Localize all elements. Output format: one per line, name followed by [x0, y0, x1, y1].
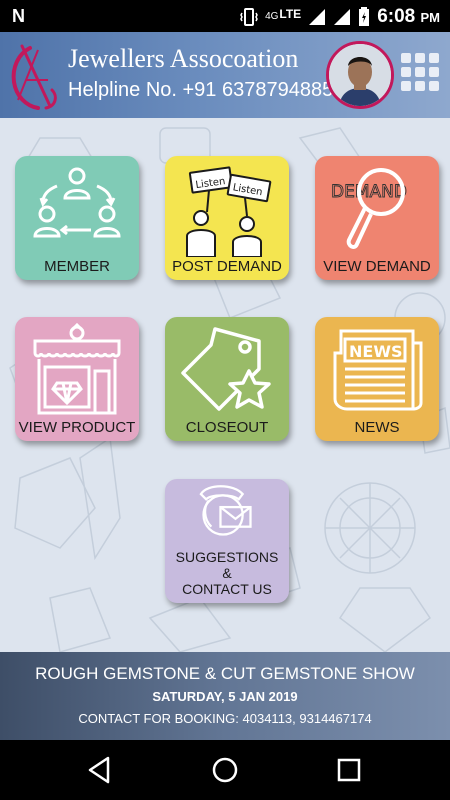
banner-event-date: SATURDAY, 5 JAN 2019 — [152, 689, 298, 704]
member-tile[interactable]: MEMBER — [15, 156, 139, 280]
signal-icon-1 — [309, 9, 326, 25]
network-type: 4G — [265, 11, 279, 22]
clock-time: 6:08 — [377, 6, 416, 27]
jewellers-logo-icon — [11, 44, 57, 110]
tile-label-post-demand: POST DEMAND — [172, 258, 282, 275]
grid-menu-icon[interactable] — [401, 53, 439, 91]
recents-icon[interactable] — [333, 754, 365, 786]
post-demand-tile[interactable]: Listen Listen POST DEMAND — [165, 156, 289, 280]
dashboard-content: MEMBER Listen Listen POST DEMAND DEMAND — [0, 118, 450, 652]
avatar-photo — [329, 44, 391, 106]
closeout-tile[interactable]: CLOSEOUT — [165, 317, 289, 441]
clock-ampm: PM — [420, 10, 441, 25]
lte-label: LTE — [279, 7, 302, 21]
tile-label-closeout: CLOSEOUT — [185, 419, 269, 436]
banner-event-title: ROUGH GEMSTONE & CUT GEMSTONE SHOW — [35, 664, 415, 683]
phone-envelope-icon — [199, 485, 252, 536]
jewelry-store-icon — [33, 323, 121, 415]
home-icon[interactable] — [209, 754, 241, 786]
status-bar: N 4G LTE 6:08 PM — [0, 0, 450, 32]
helpline-number[interactable]: Helpline No. +91 6378794885 — [68, 79, 333, 102]
android-nav-bar — [0, 740, 450, 800]
banner-booking-contact: CONTACT FOR BOOKING: 4034113, 9314467174 — [78, 711, 372, 726]
app-title: Jewellers Assocoation — [68, 44, 299, 73]
tile-label-contact-us: CONTACT US — [182, 581, 272, 597]
magnifier-demand-icon: DEMAND — [331, 168, 407, 249]
battery-icon — [359, 7, 370, 26]
tile-label-news: NEWS — [354, 419, 400, 436]
tile-label-view-demand: VIEW DEMAND — [323, 258, 431, 275]
signal-icon-2 — [334, 9, 351, 25]
price-tag-star-icon — [181, 327, 271, 411]
back-icon[interactable] — [84, 754, 116, 786]
notification-n-icon: N — [12, 6, 25, 26]
tile-label-ampersand: & — [222, 565, 232, 581]
event-banner[interactable]: ROUGH GEMSTONE & CUT GEMSTONE SHOW SATUR… — [0, 652, 450, 740]
tile-label-suggestions-contact: SUGGESTIONS & CONTACT US — [165, 549, 289, 597]
vibrate-icon — [240, 8, 258, 26]
news-tile[interactable]: NEWS NEWS — [315, 317, 439, 441]
tile-label-view-product: VIEW PRODUCT — [18, 419, 136, 436]
news-masthead: NEWS — [349, 342, 403, 361]
suggestions-contact-tile[interactable]: SUGGESTIONS & CONTACT US — [165, 479, 289, 603]
view-demand-tile[interactable]: DEMAND VIEW DEMAND — [315, 156, 439, 280]
protest-signs-icon: Listen Listen — [186, 166, 272, 257]
app-header: Jewellers Assocoation Helpline No. +91 6… — [0, 32, 450, 118]
tile-label-suggestions: SUGGESTIONS — [175, 549, 279, 565]
demand-word: DEMAND — [331, 182, 407, 202]
newspaper-icon: NEWS — [333, 329, 423, 411]
member-group-icon — [33, 167, 121, 238]
view-product-tile[interactable]: VIEW PRODUCT — [15, 317, 139, 441]
tile-label-member: MEMBER — [44, 258, 110, 275]
user-avatar[interactable] — [326, 41, 394, 109]
